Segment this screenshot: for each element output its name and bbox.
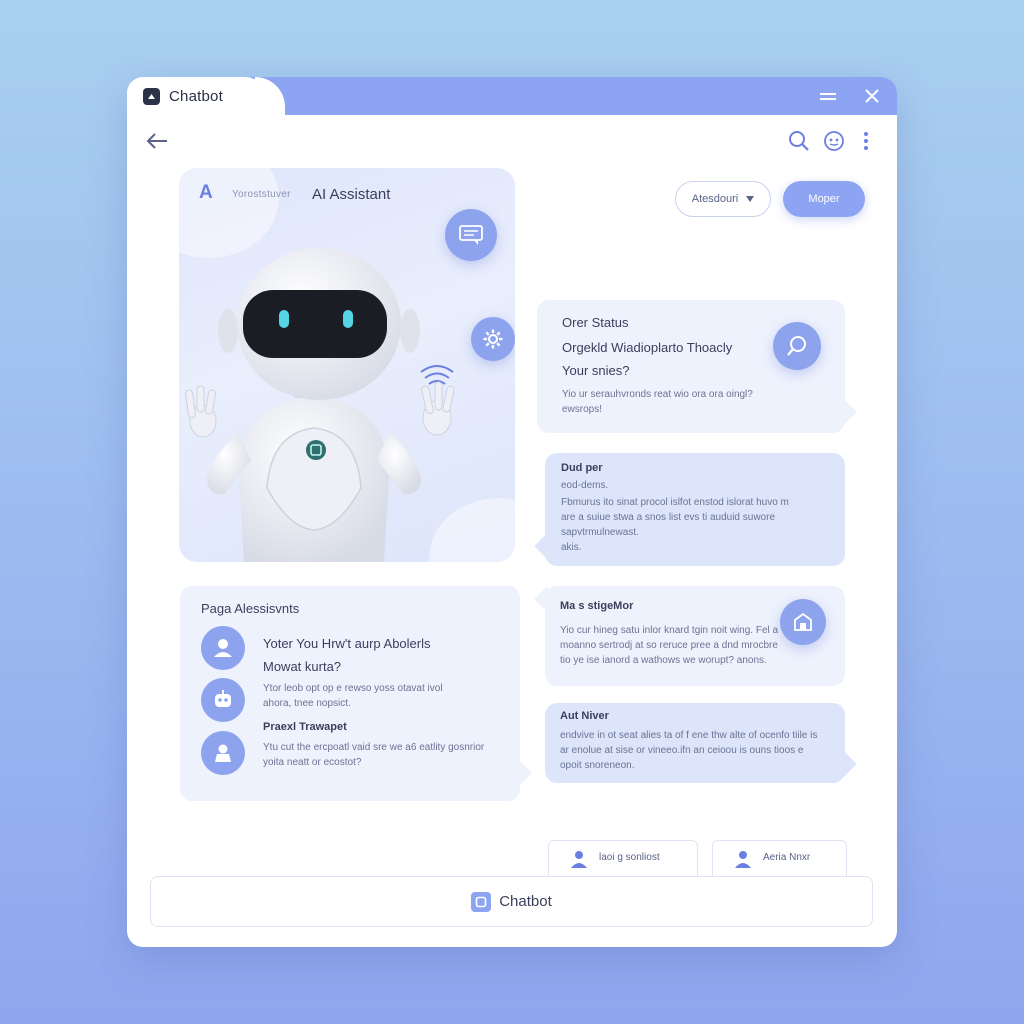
back-arrow-icon (146, 133, 167, 149)
chatbot-icon (471, 891, 492, 912)
assistant-hero-card: A Yoroststuver AI Assistant (179, 168, 515, 562)
track-order-button[interactable] (773, 322, 821, 370)
page-assistants-title: Paga Alessisvnts (201, 601, 300, 616)
bubble-tail (831, 399, 857, 425)
search-icon (789, 131, 809, 151)
order-status-detail: Yio ur serauhvronds reat wio ora ora oin… (562, 389, 753, 415)
robot-illustration (185, 248, 455, 562)
dud-per-subtitle: eod-dems. (561, 480, 609, 491)
store-button[interactable] (780, 599, 826, 645)
aut-niver-message: Aut Niver endvive in ot seat alies ta of… (545, 703, 857, 783)
tab-chatbot[interactable]: Chatbot (127, 77, 267, 115)
chevron-down-icon (746, 196, 755, 202)
gear-icon (483, 329, 503, 349)
tab-title: Chatbot (169, 87, 223, 105)
search-button[interactable] (786, 128, 812, 154)
dud-per-footer: akis. (561, 542, 582, 553)
bot-status-button[interactable] (821, 128, 847, 154)
robot-icon (215, 690, 231, 707)
close-button[interactable] (859, 83, 885, 109)
chatbot-window: Chatbot A Yoroststuver AI Assistant Ates… (127, 77, 897, 947)
bubble-tail (534, 586, 560, 612)
agent-avatar (201, 731, 245, 775)
assistant-subheading: Praexl Trawapet (263, 721, 347, 733)
assistant-detail-2: Ytu cut the ercpoatl vaid sre we a6 eatl… (263, 742, 485, 768)
manager-title: Ma s stigeMor (560, 600, 634, 612)
assistant-dropdown[interactable]: Atesdouri (675, 181, 771, 217)
dud-per-title: Dud per (561, 462, 603, 474)
more-vertical-icon (864, 132, 868, 150)
hero-title: AI Assistant (312, 186, 391, 203)
bubble-tail (534, 533, 560, 559)
more-options-button[interactable] (858, 128, 874, 154)
user-icon (214, 639, 232, 657)
close-icon (865, 89, 879, 103)
chat-input-bar[interactable]: Chatbot (150, 876, 873, 927)
user-icon (571, 851, 587, 868)
hero-badge-letter: A (199, 182, 213, 203)
bubble-tail (506, 760, 532, 786)
back-button[interactable] (144, 128, 170, 154)
order-status-question: Your snies? (562, 363, 630, 378)
dud-per-message: Dud per eod-dems. Fbmurus ito sinat proc… (534, 453, 845, 566)
user-avatar (201, 626, 245, 670)
bot-face-icon (824, 131, 844, 151)
manager-body: Yio cur hineg satu inlor knard tgin noit… (560, 625, 779, 666)
order-status-title: Orer Status (562, 315, 629, 330)
page-assistants-card: Paga Alessisvnts Yoter You Hrw't aurp Ab… (180, 586, 532, 801)
primary-action-button[interactable]: Moper (783, 181, 865, 217)
quick-reply-label: laoi g sonliost (599, 852, 660, 863)
bot-avatar (201, 678, 245, 722)
magnifier-icon (787, 336, 806, 356)
user-icon (735, 851, 751, 868)
bubble-tail (831, 751, 857, 777)
manager-message: Ma s stigeMor Yio cur hineg satu inlor k… (534, 586, 845, 686)
assistant-question-cont: Mowat kurta? (263, 659, 342, 674)
order-status-line: Orgekld Wiadioplarto Thoacly (562, 340, 733, 355)
assistant-question: Yoter You Hrw't aurp Abolerls (263, 636, 431, 651)
hero-subtitle: Yoroststuver (232, 189, 291, 200)
menu-lines-icon (820, 93, 836, 100)
chat-app-icon (143, 87, 160, 105)
dud-per-body: Fbmurus ito sinat procol islfot enstod i… (561, 497, 789, 538)
minimize-button[interactable] (815, 83, 841, 109)
aut-niver-title: Aut Niver (560, 710, 609, 722)
person-bag-icon (215, 744, 231, 762)
assistant-detail: Ytor leob opt op e rewso yoss otavat ivo… (263, 683, 443, 709)
order-status-message: Orer Status Orgekld Wiadioplarto Thoacly… (537, 300, 857, 433)
store-icon (794, 612, 812, 631)
aut-niver-body: endvive in ot seat alies ta of f ene thw… (560, 730, 818, 771)
dropdown-label: Atesdouri (691, 193, 739, 205)
contact-agent-label: Aeria Nnxr (763, 852, 811, 863)
chat-input-label: Chatbot (499, 893, 552, 910)
